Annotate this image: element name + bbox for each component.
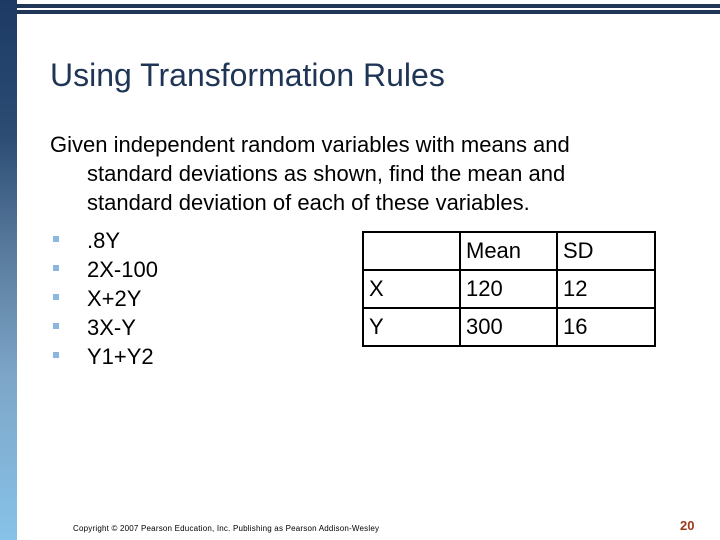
table-header-cell: SD xyxy=(556,231,656,271)
table-cell: 300 xyxy=(459,307,558,347)
bullet-text: Y1+Y2 xyxy=(87,344,154,369)
table-header-cell: Mean xyxy=(459,231,558,271)
bullet-square-icon xyxy=(53,265,59,271)
bullet-text: 3X-Y xyxy=(87,315,136,340)
table-header-cell xyxy=(362,231,461,271)
left-accent-bar xyxy=(0,0,17,540)
table-cell: 12 xyxy=(556,269,656,309)
intro-line: standard deviations as shown, find the m… xyxy=(87,161,566,186)
intro-line: standard deviation of each of these vari… xyxy=(87,190,530,215)
top-rule-2 xyxy=(17,10,720,14)
copyright-footer: Copyright © 2007 Pearson Education, Inc.… xyxy=(73,524,380,533)
bullet-square-icon xyxy=(53,323,59,329)
bullet-text: 2X-100 xyxy=(87,257,158,282)
table-cell: 16 xyxy=(556,307,656,347)
bullet-square-icon xyxy=(53,352,59,358)
bullet-text: .8Y xyxy=(87,228,121,253)
table-cell: 120 xyxy=(459,269,558,309)
slide-title: Using Transformation Rules xyxy=(50,57,445,93)
bullet-square-icon xyxy=(53,236,59,242)
slide: Using Transformation Rules Given indepen… xyxy=(0,0,720,540)
bullet-square-icon xyxy=(53,294,59,300)
page-number: 20 xyxy=(680,518,695,533)
table-header-row: Mean SD xyxy=(362,231,656,271)
table-cell: X xyxy=(362,269,461,309)
bullet-text: X+2Y xyxy=(87,286,142,311)
stats-table: Mean SD X 120 12 Y 300 16 xyxy=(362,231,656,347)
top-rule-1 xyxy=(17,4,720,8)
table-row: X 120 12 xyxy=(362,269,656,309)
table-cell: Y xyxy=(362,307,461,347)
intro-line: Given independent random variables with … xyxy=(50,132,570,157)
table-row: Y 300 16 xyxy=(362,307,656,347)
intro-paragraph: Given independent random variables with … xyxy=(50,130,670,217)
